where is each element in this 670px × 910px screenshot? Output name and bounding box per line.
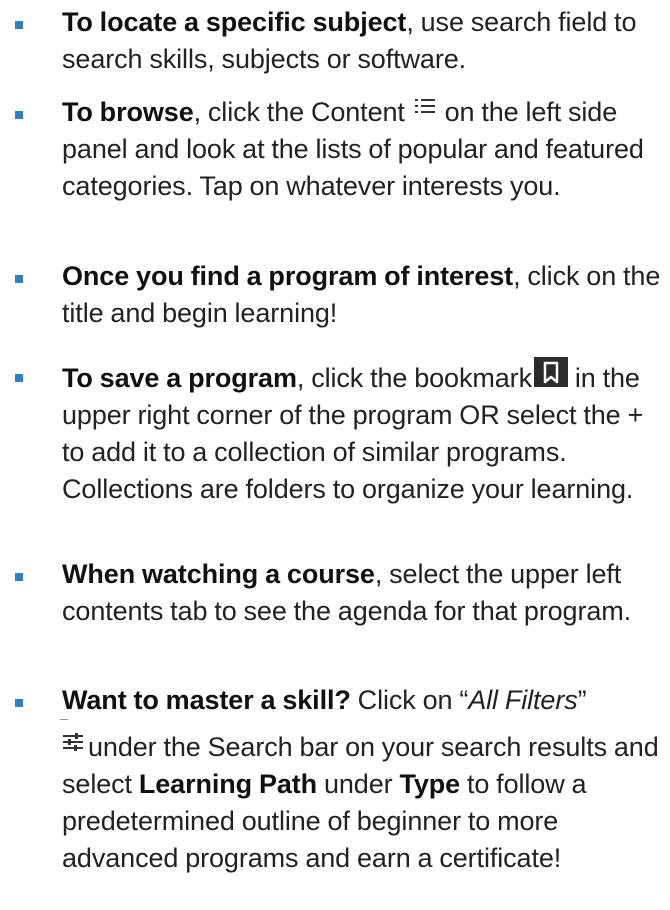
filters-icon xyxy=(63,733,83,751)
tip-text: To browse, click the Content on the left… xyxy=(62,94,668,205)
tip-lead: When watching a course xyxy=(62,559,375,589)
learning-path-label: Learning Path xyxy=(138,769,318,799)
tip-text: To save a program, click the bookmark in… xyxy=(62,357,668,508)
bookmark-icon xyxy=(533,357,568,387)
tip-lead: To locate a specific subject xyxy=(62,7,407,37)
tip-body: under xyxy=(317,769,400,799)
tip-body: , click the Content xyxy=(193,97,412,127)
bullet-marker xyxy=(15,21,23,29)
divider-tick xyxy=(60,719,68,720)
tip-text: When watching a course, select the upper… xyxy=(62,556,668,630)
bullet-marker xyxy=(15,374,23,382)
tip-lead: Want to master a skill? xyxy=(62,685,351,715)
tip-text: Once you find a program of interest, cli… xyxy=(62,258,668,332)
tip-text: Want to master a skill? Click on “All Fi… xyxy=(62,682,668,877)
tip-body: Click on “ xyxy=(350,685,469,715)
tip-body: ” xyxy=(577,685,587,715)
tip-body: , click the bookmark xyxy=(296,363,532,393)
bullet-marker xyxy=(15,699,23,707)
tip-lead: Once you find a program of interest xyxy=(62,261,514,291)
tip-text: To locate a specific subject, use search… xyxy=(62,4,668,78)
bullet-marker xyxy=(15,275,23,283)
bullet-marker xyxy=(15,111,23,119)
list-icon xyxy=(414,99,435,113)
tip-lead: To browse xyxy=(62,97,194,127)
type-label: Type xyxy=(399,769,461,799)
tip-lead: To save a program xyxy=(62,363,297,393)
all-filters-label: All Filters xyxy=(468,685,578,715)
bullet-marker xyxy=(15,573,23,581)
